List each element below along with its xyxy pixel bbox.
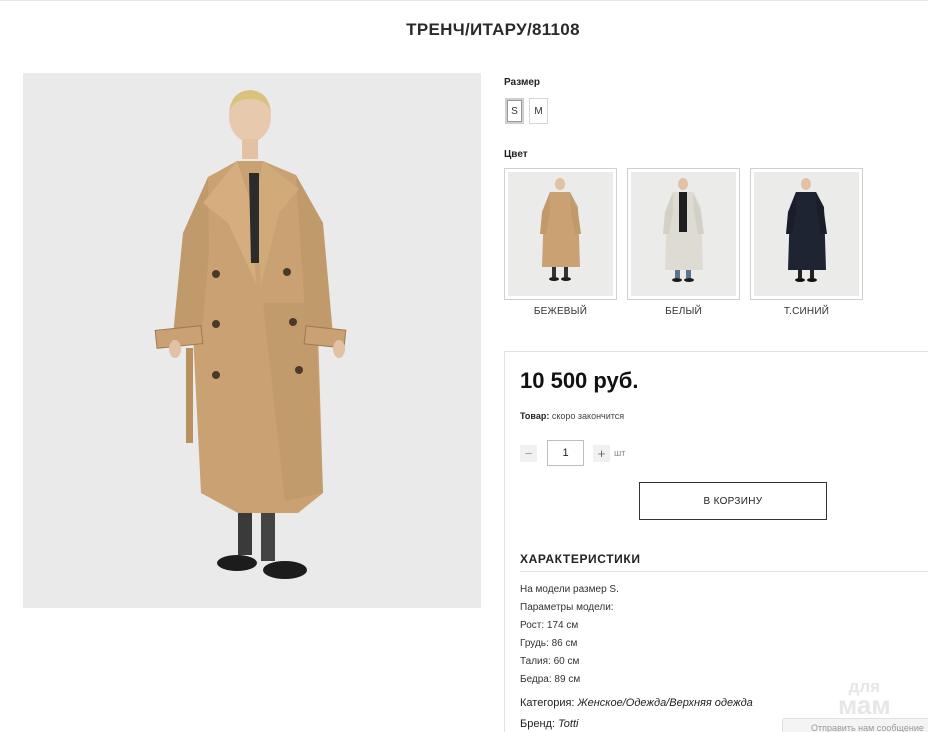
add-to-cart-button[interactable]: В КОРЗИНУ: [639, 482, 827, 520]
message-widget[interactable]: Отправить нам сообщение: [782, 718, 928, 732]
watermark-logo: для мам: [838, 678, 891, 721]
color-selector: БЕЖЕВЫЙ БЕЛЫЙ Т.СИНИЙ: [504, 168, 863, 317]
color-option-label: БЕЖЕВЫЙ: [533, 306, 588, 317]
characteristic-line: Грудь: 86 см: [520, 638, 578, 649]
color-label: Цвет: [504, 149, 528, 160]
message-widget-label: Отправить нам сообщение: [811, 723, 924, 732]
brand-link[interactable]: Totti: [558, 718, 578, 730]
brand-row: Бренд: Totti: [520, 718, 578, 730]
characteristic-line: Талия: 60 см: [520, 656, 580, 667]
navy-coat-thumbnail: [786, 178, 827, 282]
plus-icon[interactable]: +: [593, 444, 610, 462]
stock-status: Товар: скоро закончится: [520, 411, 624, 421]
color-option-beige[interactable]: БЕЖЕВЫЙ: [504, 168, 617, 317]
color-option-label: БЕЛЫЙ: [665, 306, 702, 317]
characteristic-line: Параметры модели:: [520, 602, 614, 613]
page-title: ТРЕНЧ/ИТАРУ/81108: [406, 20, 580, 39]
top-divider: [0, 0, 928, 1]
quantity-unit: шт: [614, 448, 626, 458]
brand-label: Бренд:: [520, 718, 556, 730]
color-option-navy[interactable]: Т.СИНИЙ: [750, 168, 863, 317]
color-option-label: Т.СИНИЙ: [783, 306, 830, 317]
color-thumbnail[interactable]: [750, 168, 863, 300]
category-link[interactable]: Женское/Одежда/Верхняя одежда: [578, 697, 753, 709]
size-option-m[interactable]: M: [529, 98, 548, 124]
model-in-trench-image: [154, 90, 347, 579]
minus-icon[interactable]: −: [520, 444, 537, 462]
edge-bracket-icon: ): [0, 704, 1, 727]
white-coat-thumbnail: [663, 178, 704, 282]
category-label: Категория:: [520, 697, 575, 709]
characteristic-line: На модели размер S.: [520, 584, 619, 595]
color-thumbnail[interactable]: [627, 168, 740, 300]
product-photo[interactable]: [23, 73, 481, 608]
beige-coat-thumbnail: [540, 178, 581, 281]
stock-label: Товар:: [520, 411, 550, 421]
color-option-white[interactable]: БЕЛЫЙ: [627, 168, 740, 317]
size-label: Размер: [504, 77, 541, 88]
category-row: Категория: Женское/Одежда/Верхняя одежда: [520, 697, 753, 709]
quantity-stepper: − + шт: [520, 440, 625, 466]
size-option-s[interactable]: S: [505, 98, 524, 124]
watermark-line: мам: [838, 690, 891, 721]
quantity-input[interactable]: [547, 440, 584, 466]
characteristics-list: На модели размер S. Параметры модели: Ро…: [520, 581, 619, 689]
characteristics-divider: [520, 571, 928, 572]
size-selector: S M: [505, 98, 548, 124]
product-price: 10 500 руб.: [520, 368, 639, 393]
purchase-panel: 10 500 руб. Товар: скоро закончится − + …: [504, 351, 928, 732]
characteristics-title: ХАРАКТЕРИСТИКИ: [520, 552, 641, 566]
characteristic-line: Рост: 174 см: [520, 620, 579, 631]
stock-value: скоро закончится: [551, 411, 625, 421]
characteristic-line: Бедра: 89 см: [520, 674, 581, 685]
color-thumbnail[interactable]: [504, 168, 617, 300]
